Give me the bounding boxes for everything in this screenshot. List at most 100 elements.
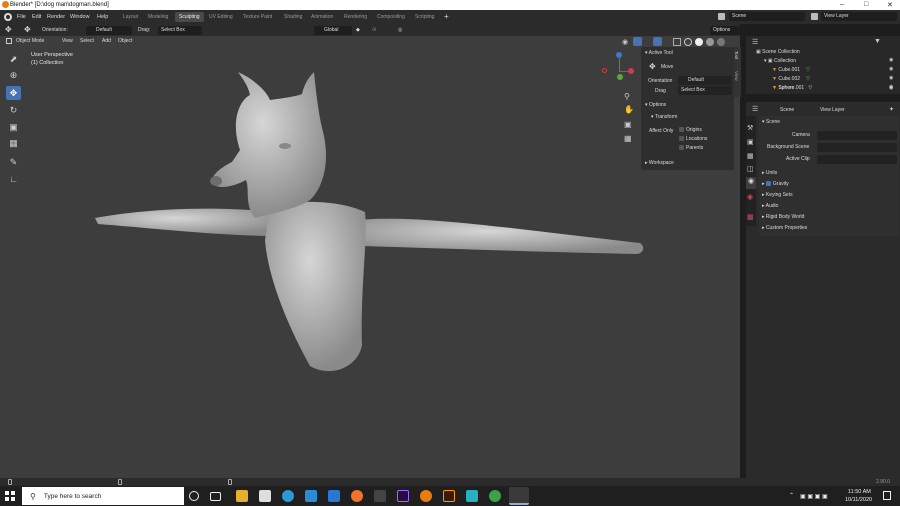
chrome-icon[interactable] xyxy=(489,490,501,502)
gizmo-toggle-icon[interactable] xyxy=(633,37,642,46)
active-clip-field[interactable] xyxy=(817,155,897,164)
maximize-button[interactable]: □ xyxy=(864,1,868,8)
view-layer-selector[interactable]: View Layer xyxy=(821,12,897,21)
blender-active-icon[interactable] xyxy=(509,487,529,505)
task-view-icon[interactable] xyxy=(210,492,221,501)
audio-panel[interactable]: ▸ Audio xyxy=(762,203,778,209)
illustrator-icon[interactable] xyxy=(443,490,455,502)
add-workspace-button[interactable]: + xyxy=(444,12,449,21)
blender-app-icon[interactable] xyxy=(420,490,432,502)
visibility-eye-icon[interactable]: ◉ xyxy=(889,66,893,72)
tab-animation[interactable]: Animation xyxy=(311,14,333,20)
clock-date[interactable]: 10/11/2020 xyxy=(845,497,872,503)
transform-header[interactable]: ▾ Transform xyxy=(651,114,677,120)
options-dropdown[interactable]: Options xyxy=(710,26,740,35)
overlay-toggle-icon[interactable] xyxy=(653,37,662,46)
outliner-filter-icon[interactable]: ▼ xyxy=(874,38,881,45)
zoom-icon[interactable]: ⚲ xyxy=(624,92,630,101)
gravity-panel[interactable]: ▸ Gravity xyxy=(762,181,789,187)
premiere-icon[interactable] xyxy=(397,490,409,502)
active-tool-header[interactable]: ▾ Active Tool xyxy=(645,50,673,56)
output-props-icon[interactable]: ▦ xyxy=(747,152,754,160)
xray-toggle-icon[interactable] xyxy=(673,37,681,46)
material-shading-icon[interactable] xyxy=(706,37,714,46)
transform-orientation-dropdown[interactable]: Global xyxy=(314,26,352,35)
tool-props-icon[interactable]: ⚒ xyxy=(747,124,753,132)
gizmo-y-axis[interactable] xyxy=(617,74,623,80)
gizmo-neg-x-axis[interactable] xyxy=(602,68,607,73)
start-windows-icon[interactable] xyxy=(5,491,15,501)
monitor-app-icon[interactable] xyxy=(466,490,478,502)
npanel-drag-dropdown[interactable]: Select Box xyxy=(678,86,732,95)
locations-checkbox[interactable]: Locations xyxy=(679,136,707,142)
options-header[interactable]: ▾ Options xyxy=(645,102,666,108)
move-tool-button[interactable]: ✥ xyxy=(6,86,21,100)
grid-view-icon[interactable]: ▦ xyxy=(624,134,632,143)
pan-hand-icon[interactable]: ✋ xyxy=(624,105,634,114)
collection-item[interactable]: ▾ ▣ Collection xyxy=(764,58,796,64)
units-panel[interactable]: ▸ Units xyxy=(762,170,777,176)
cursor-tool-icon[interactable]: ⊕ xyxy=(6,68,21,82)
taskbar-search-box[interactable]: ⚲ Type here to search xyxy=(22,487,184,505)
tool-icon[interactable]: ✥ xyxy=(5,25,12,34)
menu-object[interactable]: Object xyxy=(118,38,132,44)
scene-selector[interactable]: Scene xyxy=(729,12,805,21)
tray-chevron-icon[interactable]: ⌃ xyxy=(789,492,794,499)
vscode-icon[interactable] xyxy=(305,490,317,502)
blender-menu-icon[interactable] xyxy=(4,13,12,21)
gravity-checkbox[interactable] xyxy=(765,181,771,187)
world-props-icon[interactable]: ◉ xyxy=(747,193,753,201)
visibility-icon[interactable]: ◉ xyxy=(622,38,630,46)
camera-view-icon[interactable]: ▣ xyxy=(624,120,632,129)
outliner-row[interactable]: ▼ Cube.002 ▽ xyxy=(772,76,810,82)
solid-shading-icon[interactable] xyxy=(695,37,703,46)
notification-icon[interactable] xyxy=(883,491,891,500)
proportional-edit-icon[interactable]: ◎ xyxy=(398,27,402,33)
tab-shading[interactable]: Shading xyxy=(284,14,302,20)
firefox-icon[interactable] xyxy=(351,490,363,502)
scene-collection-item[interactable]: ▣ Scene Collection xyxy=(756,49,800,55)
view-layer-props-icon[interactable]: ◫ xyxy=(747,165,754,173)
cortana-icon[interactable] xyxy=(189,491,199,501)
workspace-header[interactable]: ▸ Workspace xyxy=(645,160,674,166)
visibility-eye-icon[interactable]: ◉ xyxy=(889,75,893,81)
pin-icon[interactable]: ✦ xyxy=(889,106,894,113)
orientation-dropdown[interactable]: Default xyxy=(86,26,132,35)
tab-layout[interactable]: Layout xyxy=(123,14,138,20)
tab-compositing[interactable]: Compositing xyxy=(377,14,405,20)
menu-render[interactable]: Render xyxy=(47,14,65,20)
store-icon[interactable] xyxy=(259,490,271,502)
menu-window[interactable]: Window xyxy=(70,14,90,20)
wireframe-shading-icon[interactable] xyxy=(684,37,692,46)
tab-rendering[interactable]: Rendering xyxy=(344,14,367,20)
mode-dropdown[interactable]: Object Mode xyxy=(16,38,44,44)
background-scene-field[interactable] xyxy=(817,143,897,152)
mail-icon[interactable] xyxy=(328,490,340,502)
navigation-gizmo[interactable] xyxy=(602,52,638,88)
rigid-body-world-panel[interactable]: ▸ Rigid Body World xyxy=(762,214,804,220)
scene-section-header[interactable]: ▾ Scene xyxy=(762,119,780,125)
drag-dropdown[interactable]: Select Box xyxy=(158,26,202,35)
parents-checkbox[interactable]: Parents xyxy=(679,145,703,151)
visibility-eye-icon[interactable]: ◉ xyxy=(889,85,893,91)
render-props-icon[interactable]: ▣ xyxy=(747,138,754,146)
pivot-icon[interactable]: ◆ xyxy=(356,27,360,33)
tab-uv-editing[interactable]: UV Editing xyxy=(209,14,233,20)
visibility-eye-icon[interactable]: ◉ xyxy=(889,57,893,63)
scene-props-icon[interactable]: ◉ xyxy=(746,177,756,189)
texture-props-icon[interactable]: ▦ xyxy=(747,213,754,221)
properties-editor-icon[interactable]: ☰ xyxy=(752,105,758,113)
tab-tool[interactable]: Tool xyxy=(734,51,739,59)
keying-sets-panel[interactable]: ▸ Keying Sets xyxy=(762,192,793,198)
camera-field[interactable] xyxy=(817,131,897,140)
file-explorer-icon[interactable] xyxy=(236,490,248,502)
menu-view[interactable]: View xyxy=(62,38,73,44)
3d-viewport[interactable] xyxy=(0,36,740,478)
snap-icon[interactable]: ☉ xyxy=(372,27,376,33)
annotate-tool-icon[interactable]: ✎ xyxy=(6,155,21,169)
tab-view[interactable]: View xyxy=(734,71,739,81)
scale-tool-icon[interactable]: ▣ xyxy=(6,120,21,134)
menu-edit[interactable]: Edit xyxy=(32,14,41,20)
tab-scripting[interactable]: Scripting xyxy=(415,14,434,20)
outliner-editor-icon[interactable]: ☰ xyxy=(752,38,758,46)
